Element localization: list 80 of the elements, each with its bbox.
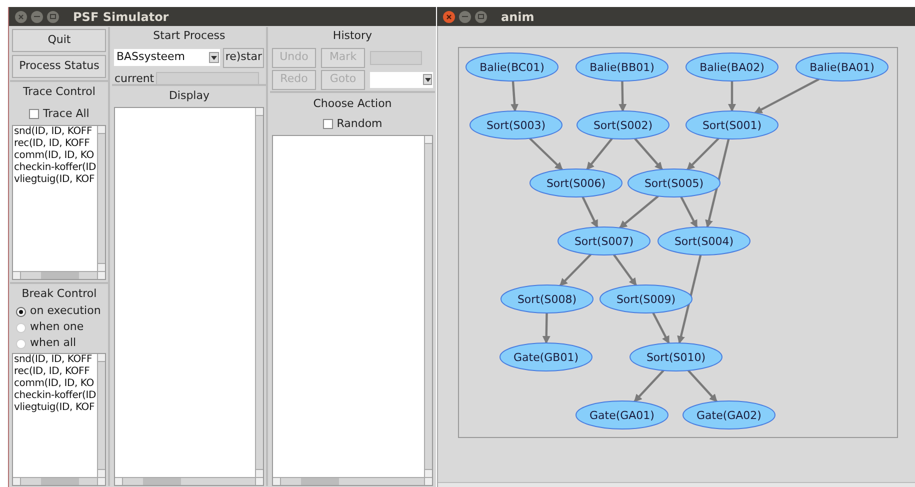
minimize-icon[interactable] <box>31 10 43 22</box>
window-title: PSF Simulator <box>73 8 169 26</box>
checkbox[interactable]: Trace All <box>10 106 108 122</box>
graph-node[interactable]: Sort(S007) <box>558 226 650 256</box>
button[interactable]: re)star <box>223 48 264 68</box>
graph-node[interactable]: Sort(S010) <box>630 342 722 372</box>
scrollbar[interactable] <box>255 108 263 477</box>
graph-node[interactable]: Sort(S004) <box>658 226 750 256</box>
close-icon[interactable] <box>15 10 27 22</box>
list-item[interactable]: rec(ID, ID, KOFF <box>14 366 96 378</box>
list-item[interactable]: vliegtuig(ID, KOF <box>14 174 96 186</box>
goto-dropdown[interactable] <box>370 72 433 88</box>
edge-arrow <box>542 312 550 344</box>
list-item[interactable]: comm(ID, ID, KO <box>14 150 96 162</box>
maximize-icon[interactable] <box>47 10 59 22</box>
list-item[interactable]: checkin-koffer(ID <box>14 162 96 174</box>
scrollbar[interactable] <box>438 482 915 487</box>
current-field[interactable] <box>156 72 260 86</box>
section-title: Choose Action <box>312 96 393 112</box>
button[interactable]: Process Status <box>12 55 106 78</box>
list-item[interactable]: rec(ID, ID, KOFF <box>14 138 96 150</box>
graph-node[interactable]: Sort(S008) <box>500 284 594 314</box>
radio-option[interactable]: when all <box>16 336 108 350</box>
edge-arrow <box>634 370 664 402</box>
graph-node[interactable]: Balie(BC01) <box>466 52 558 82</box>
window-title: anim <box>501 8 534 26</box>
section-title: Start Process <box>152 28 226 44</box>
radio-button[interactable] <box>16 306 26 316</box>
process-dropdown[interactable]: BASsysteem <box>114 49 220 66</box>
graph-node[interactable]: Gate(GA01) <box>576 400 668 430</box>
graph-node[interactable]: Gate(GB01) <box>500 342 592 372</box>
edge-arrow <box>634 138 663 170</box>
graph-node[interactable]: Balie(BA02) <box>686 52 778 82</box>
button[interactable]: Quit <box>12 29 106 52</box>
edge-arrow <box>680 196 698 228</box>
list-item[interactable]: snd(ID, ID, KOFF <box>14 354 96 366</box>
graph-node[interactable]: Gate(GA02) <box>682 400 776 430</box>
edge-arrow <box>613 254 637 286</box>
close-icon[interactable] <box>443 10 455 22</box>
list-item[interactable]: snd(ID, ID, KOFF <box>14 126 96 138</box>
section-title: Trace Control <box>22 84 96 100</box>
list-item[interactable]: comm(ID, ID, KO <box>14 378 96 390</box>
graph-node[interactable]: Balie(BA01) <box>796 52 888 82</box>
section-title: Display <box>168 88 210 104</box>
graph-node[interactable]: Sort(S006) <box>530 168 622 198</box>
graph-node[interactable]: Sort(S001) <box>686 110 778 140</box>
graph-node[interactable]: Sort(S003) <box>470 110 562 140</box>
current-label: current <box>114 70 154 86</box>
graph-node[interactable]: Balie(BB01) <box>576 52 668 82</box>
edge-arrow <box>754 78 820 114</box>
scrollbar[interactable] <box>273 477 432 485</box>
radio-option[interactable]: when one <box>16 320 108 334</box>
graph-node[interactable]: Sort(S002) <box>576 110 670 140</box>
edge-arrow <box>510 80 519 112</box>
edge-arrow <box>618 80 627 112</box>
checkbox[interactable]: Random <box>270 116 435 132</box>
edge-arrow <box>619 195 659 229</box>
scrollbar[interactable] <box>13 477 106 485</box>
section-title: History <box>332 28 374 44</box>
edge-arrow <box>529 138 563 170</box>
scrollbar[interactable] <box>97 126 106 271</box>
scrollbar[interactable] <box>115 477 263 485</box>
scrollbar[interactable] <box>97 354 106 477</box>
mark-field[interactable] <box>370 50 422 64</box>
minimize-icon[interactable] <box>459 10 471 22</box>
scrollbar[interactable] <box>424 136 432 477</box>
section-title: Break Control <box>20 286 98 302</box>
graph-node[interactable]: Sort(S005) <box>628 168 720 198</box>
edge-arrow <box>586 138 613 170</box>
list-item[interactable]: checkin-koffer(ID <box>14 390 96 402</box>
scrollbar[interactable] <box>13 271 106 279</box>
edge-arrow <box>582 196 598 228</box>
edge-arrow <box>559 254 592 286</box>
radio-option[interactable]: on execution <box>16 304 108 318</box>
edge-arrow <box>652 312 670 344</box>
maximize-icon[interactable] <box>475 10 487 22</box>
edge-arrow <box>688 370 718 402</box>
graph-node[interactable]: Sort(S009) <box>600 284 692 314</box>
edge-arrow <box>728 81 736 112</box>
list-item[interactable]: vliegtuig(ID, KOF <box>14 402 96 414</box>
